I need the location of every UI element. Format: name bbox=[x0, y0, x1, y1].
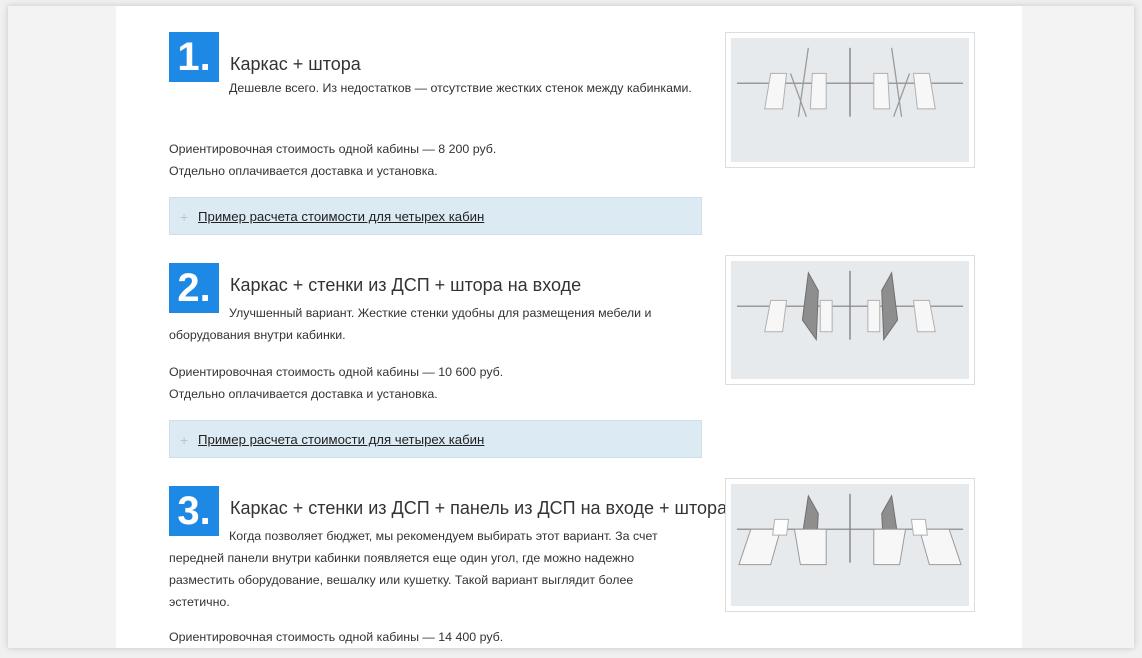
option-delivery-note: Отдельно оплачивается доставка и установ… bbox=[169, 387, 438, 401]
option-title: Каркас + стенки из ДСП + штора на входе bbox=[230, 275, 582, 295]
option-description: Когда позволяет бюджет, мы рекомендуем в… bbox=[169, 529, 658, 609]
page-frame: 1. Каркас + штора Дешевле всего. Из недо… bbox=[8, 6, 1134, 648]
option-price: Ориентировочная стоимость одной кабины —… bbox=[169, 365, 504, 379]
calc-example-accordion[interactable]: + Пример расчета стоимости для четырех к… bbox=[169, 420, 702, 458]
option-1: 1. Каркас + штора Дешевле всего. Из недо… bbox=[160, 32, 975, 237]
option-2: 2. Каркас + стенки из ДСП + штора на вхо… bbox=[160, 255, 975, 460]
cabin-walls-panel-curtain-image bbox=[725, 478, 975, 612]
cabin-frame-curtain-image bbox=[725, 32, 975, 168]
cabin-walls-curtain-image bbox=[725, 255, 975, 385]
option-number: 1 bbox=[177, 35, 200, 79]
calc-example-link[interactable]: Пример расчета стоимости для четырех каб… bbox=[198, 421, 484, 459]
main-content: 1. Каркас + штора Дешевле всего. Из недо… bbox=[116, 6, 1022, 648]
option-3: 3. Каркас + стенки из ДСП + панель из ДС… bbox=[160, 478, 975, 648]
option-number-badge: 1. bbox=[169, 32, 219, 82]
option-price: Ориентировочная стоимость одной кабины —… bbox=[169, 142, 497, 156]
plus-icon: + bbox=[180, 432, 189, 448]
calc-example-link[interactable]: Пример расчета стоимости для четырех каб… bbox=[198, 198, 484, 236]
calc-example-accordion[interactable]: + Пример расчета стоимости для четырех к… bbox=[169, 197, 702, 235]
option-price: Ориентировочная стоимость одной кабины —… bbox=[169, 630, 504, 644]
option-title: Каркас + штора bbox=[230, 54, 361, 74]
option-description: Дешевле всего. Из недостатков — отсутств… bbox=[229, 81, 692, 95]
plus-icon: + bbox=[180, 209, 189, 225]
option-description: Улучшенный вариант. Жесткие стенки удобн… bbox=[169, 306, 652, 342]
option-number-dot: . bbox=[199, 35, 211, 79]
option-delivery-note: Отдельно оплачивается доставка и установ… bbox=[169, 164, 438, 178]
option-title: Каркас + стенки из ДСП + панель из ДСП н… bbox=[230, 498, 728, 518]
